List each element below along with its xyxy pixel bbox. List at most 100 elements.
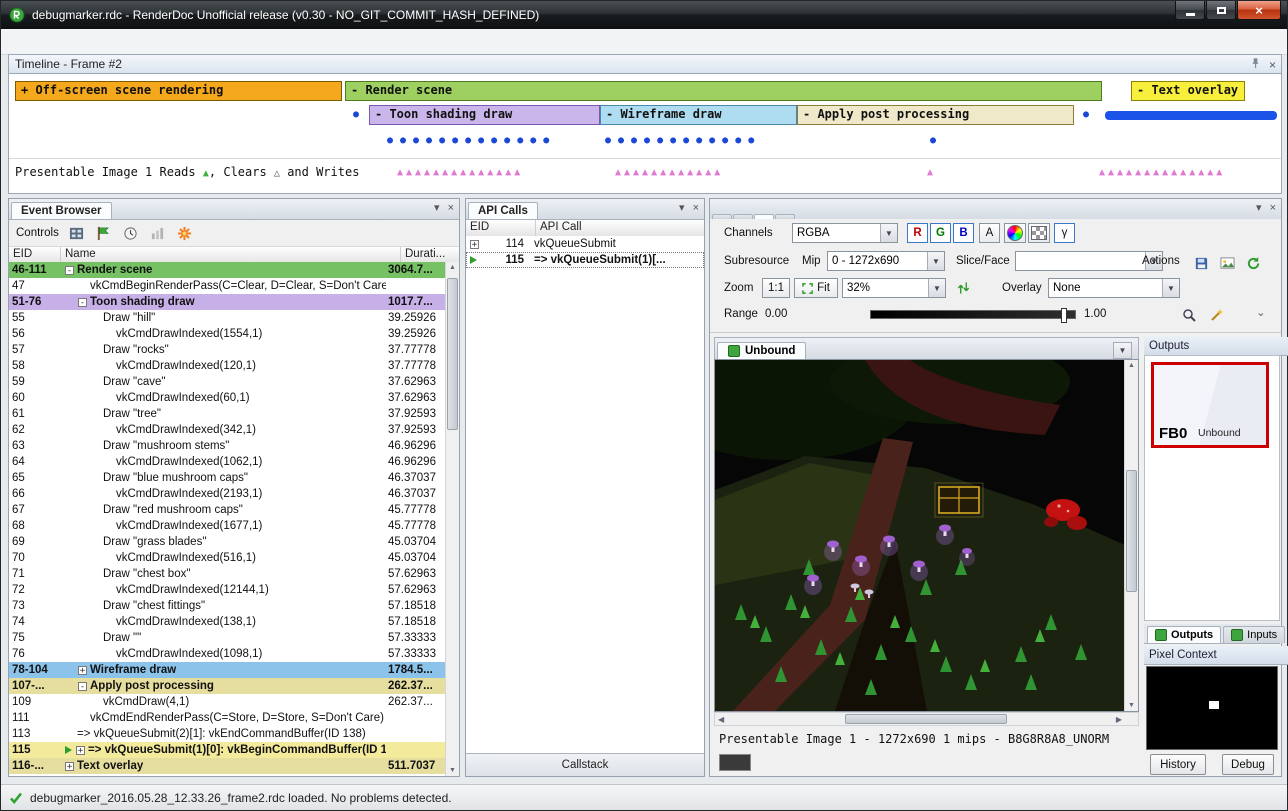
close-icon[interactable]: ×	[693, 203, 699, 214]
event-row[interactable]: 67 Draw "red mushroom caps" 45.77778	[9, 502, 446, 518]
event-row[interactable]: 115 +=> vkQueueSubmit(1)[0]: vkBeginComm…	[9, 742, 446, 758]
channel-red-toggle[interactable]: R	[907, 223, 928, 243]
tab-inputs[interactable]: Inputs	[1223, 626, 1285, 643]
api-call-row[interactable]: + 114 vkQueueSubmit	[466, 236, 704, 252]
event-row[interactable]: 60 vkCmdDrawIndexed(60,1) 37.62963	[9, 390, 446, 406]
texture-display[interactable]: ▲ ▼	[714, 359, 1139, 712]
tree-expander[interactable]: +	[76, 746, 85, 755]
channels-combo[interactable]: RGBA▼	[792, 223, 898, 243]
autofit-range-button[interactable]	[1206, 305, 1228, 325]
tab-unbound-texture[interactable]: Unbound	[717, 342, 806, 359]
close-button[interactable]: ×	[1237, 1, 1281, 20]
tree-expander[interactable]: +	[65, 762, 74, 771]
event-row[interactable]: 111 vkCmdEndRenderPass(C=Store, D=Store,…	[9, 710, 446, 726]
timeline-grid-icon[interactable]	[68, 224, 86, 242]
gamma-toggle[interactable]: γ	[1054, 223, 1075, 243]
range-slider[interactable]	[870, 310, 1076, 319]
chevron-down-icon[interactable]: ▾	[1256, 203, 1262, 214]
close-icon[interactable]: ×	[448, 203, 454, 214]
event-row[interactable]: 64 vkCmdDrawIndexed(1062,1) 46.96296	[9, 454, 446, 470]
event-row[interactable]: 56 vkCmdDrawIndexed(1554,1) 39.25926	[9, 326, 446, 342]
scroll-right-icon[interactable]: ▶	[1116, 715, 1122, 724]
channel-green-toggle[interactable]: G	[930, 223, 951, 243]
goto-resource-button[interactable]	[1242, 253, 1264, 273]
overlay-combo[interactable]: None▼	[1048, 278, 1180, 298]
write-markers[interactable]: ▲	[927, 167, 936, 178]
write-markers[interactable]: ▲▲▲▲▲▲▲▲▲▲▲▲▲▲	[1099, 167, 1225, 178]
menu-item[interactable]	[4, 38, 24, 46]
event-row[interactable]: 63 Draw "mushroom stems" 46.96296	[9, 438, 446, 454]
timeline-marker-toon-shading[interactable]: - Toon shading draw	[369, 105, 600, 125]
scrollbar-thumb[interactable]	[447, 278, 458, 430]
pixel-debug-button[interactable]: Debug	[1222, 754, 1274, 775]
tree-expander[interactable]: -	[78, 298, 87, 307]
minimize-button[interactable]	[1175, 1, 1205, 20]
event-row[interactable]: 76 vkCmdDrawIndexed(1098,1) 57.33333	[9, 646, 446, 662]
event-row[interactable]: 107-... -Apply post processing 262.37...	[9, 678, 446, 694]
event-row[interactable]: 71 Draw "chest box" 57.62963	[9, 566, 446, 582]
event-row[interactable]: 62 vkCmdDrawIndexed(342,1) 37.92593	[9, 422, 446, 438]
draw-call-dots-toon[interactable]: ●●●●●●●●●●●●●	[387, 136, 556, 146]
texture-vertical-scrollbar[interactable]: ▲ ▼	[1124, 360, 1138, 711]
scrollbar-thumb[interactable]	[1126, 470, 1137, 592]
event-row[interactable]: 46-111 -Render scene 3064.7...	[9, 262, 446, 278]
draw-call-dot[interactable]: ●	[1083, 110, 1096, 120]
chevron-down-icon[interactable]: ▾	[434, 203, 440, 214]
zoom-level-combo[interactable]: 32%▼	[842, 278, 946, 298]
texture-list-dropdown[interactable]: ▼	[1113, 342, 1132, 359]
custom-shader-wheel-button[interactable]	[1004, 223, 1026, 243]
mip-combo[interactable]: 0 - 1272x690▼	[827, 251, 945, 271]
zoom-range-button[interactable]	[1178, 305, 1200, 325]
scroll-down-icon[interactable]: ▼	[446, 767, 459, 774]
close-icon[interactable]: ×	[1269, 58, 1276, 72]
zoom-fit-button[interactable]: Fit	[794, 278, 838, 298]
jump-to-event-flag-icon[interactable]	[95, 224, 113, 242]
event-row[interactable]: 75 Draw "" 57.33333	[9, 630, 446, 646]
zoom-1to1-button[interactable]: 1:1	[762, 278, 790, 298]
range-slider-thumb[interactable]	[1061, 308, 1067, 323]
event-row[interactable]: 68 vkCmdDrawIndexed(1677,1) 45.77778	[9, 518, 446, 534]
pixel-context-view[interactable]	[1146, 666, 1278, 750]
time-draws-clock-icon[interactable]	[122, 224, 140, 242]
event-row[interactable]: 73 Draw "chest fittings" 57.18518	[9, 598, 446, 614]
range-max-value[interactable]: 1.00	[1084, 304, 1106, 324]
tree-expander[interactable]: -	[78, 682, 87, 691]
channel-alpha-toggle[interactable]: A	[979, 223, 1000, 243]
event-row[interactable]: 109 vkCmdDraw(4,1) 262.37...	[9, 694, 446, 710]
event-row[interactable]: 61 Draw "tree" 37.92593	[9, 406, 446, 422]
menu-item[interactable]	[64, 38, 84, 46]
timeline-marker-offscreen[interactable]: + Off-screen scene rendering	[15, 81, 342, 101]
callstack-panel-header[interactable]: Callstack	[466, 753, 704, 776]
draw-call-dots-wireframe[interactable]: ●●●●●●●●●●●●	[605, 136, 761, 146]
column-api-call[interactable]: API Call	[536, 220, 704, 237]
event-row[interactable]: 116-... +Text overlay 511.7037	[9, 758, 446, 774]
event-row[interactable]: 58 vkCmdDrawIndexed(120,1) 37.77778	[9, 358, 446, 374]
scroll-left-icon[interactable]: ◀	[718, 715, 724, 724]
statistics-chart-icon[interactable]	[149, 224, 167, 242]
event-row[interactable]: 78-104 +Wireframe draw 1784.5...	[9, 662, 446, 678]
event-row[interactable]: 55 Draw "hill" 39.25926	[9, 310, 446, 326]
chevron-down-icon[interactable]: ▾	[679, 203, 685, 214]
timeline-marker-post-processing[interactable]: - Apply post processing	[797, 105, 1074, 125]
flip-y-button[interactable]	[952, 278, 974, 298]
event-row[interactable]: 69 Draw "grass blades" 45.03704	[9, 534, 446, 550]
menu-item[interactable]	[44, 38, 64, 46]
slice-face-combo[interactable]: ▼	[1015, 251, 1163, 271]
event-row[interactable]: 72 vkCmdDrawIndexed(12144,1) 57.62963	[9, 582, 446, 598]
tab-outputs[interactable]: Outputs	[1147, 626, 1221, 643]
scroll-up-icon[interactable]: ▲	[446, 264, 459, 271]
write-markers[interactable]: ▲▲▲▲▲▲▲▲▲▲▲▲▲▲	[397, 167, 523, 178]
tree-expander[interactable]: -	[65, 266, 74, 275]
event-row[interactable]: 51-76 -Toon shading draw 1017.7...	[9, 294, 446, 310]
event-row[interactable]: 65 Draw "blue mushroom caps" 46.37037	[9, 470, 446, 486]
open-texture-list-button[interactable]	[1216, 253, 1238, 273]
timeline-marker-wireframe[interactable]: - Wireframe draw	[600, 105, 797, 125]
text-overlay-duration-bar[interactable]	[1105, 111, 1277, 120]
menu-item[interactable]	[24, 38, 44, 46]
tab-api-calls[interactable]: API Calls	[468, 202, 538, 219]
event-row[interactable]: 59 Draw "cave" 37.62963	[9, 374, 446, 390]
event-row[interactable]: 74 vkCmdDrawIndexed(138,1) 57.18518	[9, 614, 446, 630]
bookmark-star-icon[interactable]	[176, 224, 194, 242]
draw-call-dot[interactable]: ●	[353, 110, 366, 120]
save-texture-button[interactable]	[1190, 253, 1212, 273]
